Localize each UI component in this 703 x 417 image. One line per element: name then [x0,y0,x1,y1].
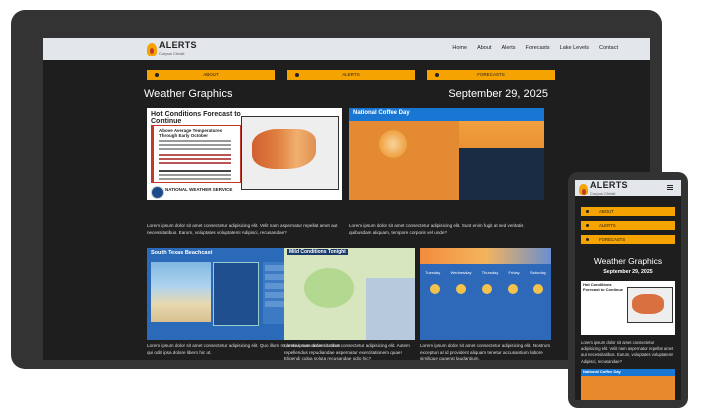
forecasts-button[interactable]: FORECASTS [581,235,675,244]
info-icon [586,210,589,213]
graphic-heading: South Texas Beachcast [151,250,213,256]
cloud-icon [435,73,439,77]
graphic-coffee-day[interactable]: National Coffee Day [581,369,675,400]
sun-icon [508,284,518,294]
nws-footer: NATIONAL WEATHER SERVICE [151,186,241,199]
info-icon [155,73,159,77]
logo-subtitle: Corpus Christi [590,191,616,196]
about-button[interactable]: ABOUT [581,207,675,216]
about-button[interactable]: ABOUT [147,70,275,80]
graphic-caption: Lorem ipsum dolor sit amet consectetur a… [420,343,551,360]
laptop-screen: ALERTS Corpus Christi Home About Alerts … [43,38,650,360]
box-heading: Above Average Temperatures Through Early… [159,128,223,138]
coffee-icon [379,130,407,158]
graphic-heading: National Coffee Day [353,110,410,116]
graphic-caption: Lorem ipsum dolor sit amet consectetur a… [284,343,410,360]
nav-home[interactable]: Home [452,45,467,51]
section-tabs: ABOUT ALERTS FORECASTS [147,70,555,80]
graphic-heading: Hot Conditions Forecast to Continue [583,282,624,292]
graphic-extended-forecast[interactable]: Tuesday Wednesday Thursday Friday Saturd… [420,248,551,340]
hamburger-menu-icon[interactable] [667,185,673,186]
beach-photo [151,262,211,322]
nav-contact[interactable]: Contact [599,45,618,51]
sun-icon [482,284,492,294]
outlook-map [241,116,339,190]
graphic-caption: Lorem ipsum dolor sit amet consectetur a… [147,223,338,235]
flame-icon [579,184,588,195]
nav-lake-levels[interactable]: Lake Levels [560,45,589,51]
alerts-button[interactable]: ALERTS [287,70,415,80]
site-logo[interactable]: ALERTS Corpus Christi [147,39,197,57]
graphic-hot-conditions[interactable]: Hot Conditions Forecast to Continue Abov… [147,108,342,200]
nws-seal-icon [151,186,164,199]
graphic-caption: Lorem ipsum dolor sit amet consectetur a… [349,223,524,235]
logo-subtitle: Corpus Christi [159,50,185,56]
nav-alerts[interactable]: Alerts [501,45,515,51]
graphic-heading: Hot Conditions Forecast to Continue [151,111,241,125]
mobile-navbar: ALERTS Corpus Christi [575,180,681,196]
nav-links: Home About Alerts Forecasts Lake Levels … [442,45,618,51]
alerts-button[interactable]: ALERTS [581,221,675,230]
graphic-coffee-day[interactable]: National Coffee Day [349,108,544,200]
logo-title: ALERTS [159,39,197,50]
page-title: Weather Graphics [593,256,663,266]
forecasts-button[interactable]: FORECASTS [427,70,555,80]
phone-frame: ALERTS Corpus Christi ABOUT ALERTS FOREC… [568,172,688,408]
laptop-frame: ALERTS Corpus Christi Home About Alerts … [11,10,662,369]
nav-forecasts[interactable]: Forecasts [526,45,550,51]
alert-icon [586,224,589,227]
sun-icon [533,284,543,294]
logo-title: ALERTS [590,180,628,190]
sun-icon [456,284,466,294]
alert-icon [295,73,299,77]
graphic-heading: Mild Conditions Tonight [287,249,348,255]
page-title: Weather Graphics [144,88,233,100]
graphic-heading: National Coffee Day [583,369,621,374]
graphic-hot-conditions[interactable]: Hot Conditions Forecast to Continue [581,281,675,335]
sun-icon [430,284,440,294]
forecast-days: Tuesday Wednesday Thursday Friday Saturd… [425,270,546,275]
flame-icon [147,42,157,56]
page-date: September 29, 2025 [448,88,548,100]
navbar: ALERTS Corpus Christi Home About Alerts … [43,38,650,60]
graphic-mild-conditions[interactable]: Mild Conditions Tonight [284,248,415,340]
nav-about[interactable]: About [477,45,491,51]
beach-conditions-panel [213,262,259,326]
site-logo[interactable]: ALERTS Corpus Christi [579,180,628,197]
graphic-caption: Lorem ipsum dolor sit amet consectetur a… [581,340,674,364]
phone-screen: ALERTS Corpus Christi ABOUT ALERTS FOREC… [575,180,681,400]
outlook-map [627,287,673,323]
cloud-icon [586,238,589,241]
page-date: September 29, 2025 [603,269,653,275]
temperature-box: Above Average Temperatures Through Early… [151,125,241,183]
nws-text: NATIONAL WEATHER SERVICE [165,187,233,192]
